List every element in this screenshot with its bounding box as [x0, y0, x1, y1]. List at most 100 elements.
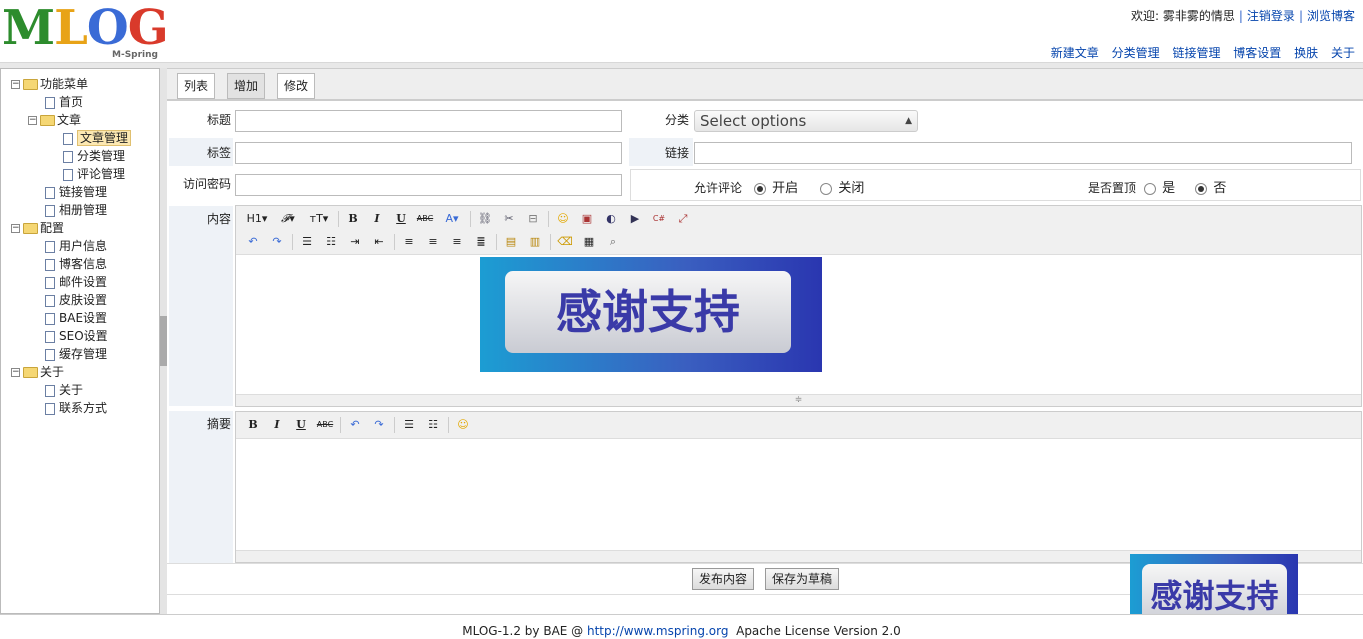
tree-item-comment-mgmt[interactable]: 评论管理: [63, 165, 125, 183]
unlink-icon[interactable]: ✂: [500, 210, 518, 228]
nav-about[interactable]: 关于: [1331, 46, 1355, 60]
emoticon-icon[interactable]: ☺: [454, 416, 472, 434]
tags-input[interactable]: [235, 142, 622, 164]
preview-icon[interactable]: ⌕: [604, 233, 622, 251]
tree-node-config[interactable]: − 配置: [11, 219, 64, 237]
undo-icon[interactable]: ↶: [346, 416, 364, 434]
summary-editor: B I U ABC ↶ ↷ ☰ ☷ ☺: [235, 411, 1362, 563]
align-center-icon[interactable]: ≡: [424, 233, 442, 251]
tree-item-article-mgmt[interactable]: 文章管理: [63, 129, 132, 147]
fullscreen-icon[interactable]: ⤢: [674, 210, 692, 228]
bullet-list-icon[interactable]: ☰: [400, 416, 418, 434]
heading-icon[interactable]: H1▾: [244, 210, 270, 228]
link-icon[interactable]: ⛓: [476, 210, 494, 228]
bullet-list-icon[interactable]: ☰: [298, 233, 316, 251]
tree-item-seo[interactable]: SEO设置: [45, 327, 108, 345]
pagebreak-icon[interactable]: ⊟: [524, 210, 542, 228]
tree-item-link-mgmt[interactable]: 链接管理: [45, 183, 107, 201]
tab-list[interactable]: 列表: [177, 73, 216, 99]
tree-item-about[interactable]: 关于: [45, 381, 83, 399]
save-draft-button[interactable]: 保存为草稿: [765, 568, 840, 590]
tree-item-blog-info[interactable]: 博客信息: [45, 255, 107, 273]
strikethrough-icon[interactable]: ABC: [416, 210, 434, 228]
banner-text: 感谢支持: [505, 271, 791, 353]
comment-on-radio[interactable]: [754, 182, 767, 195]
strikethrough-icon[interactable]: ABC: [316, 416, 334, 434]
collapse-icon[interactable]: −: [11, 368, 20, 377]
italic-icon[interactable]: I: [268, 416, 286, 434]
numbered-list-icon[interactable]: ☷: [322, 233, 340, 251]
redo-icon[interactable]: ↷: [370, 416, 388, 434]
tree-item-cache[interactable]: 缓存管理: [45, 345, 107, 363]
link-input[interactable]: [694, 142, 1352, 164]
select-all-icon[interactable]: ▦: [580, 233, 598, 251]
pin-yes-radio[interactable]: [1144, 182, 1157, 195]
tree-item-album-mgmt[interactable]: 相册管理: [45, 201, 107, 219]
tree-item-skin[interactable]: 皮肤设置: [45, 291, 107, 309]
nav-category[interactable]: 分类管理: [1112, 46, 1160, 60]
underline-icon[interactable]: U: [392, 210, 410, 228]
italic-icon[interactable]: I: [368, 210, 386, 228]
bold-icon[interactable]: B: [244, 416, 262, 434]
bold-icon[interactable]: B: [344, 210, 362, 228]
nav-skin[interactable]: 换肤: [1294, 46, 1318, 60]
tree-node-articles[interactable]: − 文章: [28, 111, 81, 129]
resize-bar[interactable]: ≑: [236, 394, 1361, 406]
indent-icon[interactable]: ⇥: [346, 233, 364, 251]
numbered-list-icon[interactable]: ☷: [424, 416, 442, 434]
image-icon[interactable]: ▣: [578, 210, 596, 228]
collapse-icon[interactable]: −: [11, 224, 20, 233]
font-family-icon[interactable]: 𝓕▾: [276, 210, 300, 228]
password-input[interactable]: [235, 174, 622, 196]
category-select[interactable]: Select options ▲: [694, 110, 918, 132]
splitter[interactable]: [160, 68, 167, 614]
content-editor: H1▾ 𝓕▾ ᴛT▾ B I U ABC A▾ ⛓ ✂ ⊟ ☺ ▣ ◐ ▶ C#…: [235, 205, 1362, 407]
page-icon: [45, 96, 55, 109]
tree-item-mail[interactable]: 邮件设置: [45, 273, 107, 291]
pin-no-radio[interactable]: [1195, 182, 1208, 195]
undo-icon[interactable]: ↶: [244, 233, 262, 251]
justify-icon[interactable]: ≣: [472, 233, 490, 251]
logo-text: MLOG: [2, 0, 169, 56]
comment-off-radio[interactable]: [820, 182, 833, 195]
publish-button[interactable]: 发布内容: [692, 568, 755, 590]
align-left-icon[interactable]: ≡: [400, 233, 418, 251]
paste-word-icon[interactable]: ▥: [526, 233, 544, 251]
main-panel: 列表 增加 修改 标题 分类 Select options ▲ 标签 链接 访问密…: [167, 68, 1363, 614]
video-icon[interactable]: ▶: [626, 210, 644, 228]
nav-links[interactable]: 链接管理: [1172, 46, 1220, 60]
tree-item-bae[interactable]: BAE设置: [45, 309, 107, 327]
sidebar-tree: − 功能菜单 首页 − 文章 文章管理 分类管理 评论管理 链接管理 相册管理 − 配…: [0, 68, 160, 614]
redo-icon[interactable]: ↷: [268, 233, 286, 251]
clear-format-icon[interactable]: ⌫: [556, 233, 574, 251]
emoticon-icon[interactable]: ☺: [554, 210, 572, 228]
tree-item-user-info[interactable]: 用户信息: [45, 237, 107, 255]
footer-link[interactable]: http://www.mspring.org: [587, 624, 728, 638]
underline-icon[interactable]: U: [292, 416, 310, 434]
paste-icon[interactable]: ▤: [502, 233, 520, 251]
outdent-icon[interactable]: ⇤: [370, 233, 388, 251]
flash-icon[interactable]: ◐: [602, 210, 620, 228]
tab-add[interactable]: 增加: [227, 73, 266, 99]
browse-blog-link[interactable]: 浏览博客: [1307, 9, 1355, 23]
tree-item-contact[interactable]: 联系方式: [45, 399, 107, 417]
align-right-icon[interactable]: ≡: [448, 233, 466, 251]
nav-new-article[interactable]: 新建文章: [1051, 46, 1099, 60]
summary-label-cell: [169, 411, 233, 563]
logout-link[interactable]: 注销登录: [1247, 9, 1295, 23]
code-icon[interactable]: C#: [650, 210, 668, 228]
nav-blog-settings[interactable]: 博客设置: [1233, 46, 1281, 60]
top-nav: 新建文章 分类管理 链接管理 博客设置 换肤 关于: [1042, 44, 1355, 61]
welcome-text: 欢迎: 雾非雾的情思: [1131, 9, 1235, 23]
tree-item-category-mgmt[interactable]: 分类管理: [63, 147, 125, 165]
font-size-icon[interactable]: ᴛT▾: [306, 210, 332, 228]
collapse-icon[interactable]: −: [28, 116, 37, 125]
tree-item-home[interactable]: 首页: [45, 93, 83, 111]
font-color-icon[interactable]: A▾: [440, 210, 464, 228]
tree-node-menu[interactable]: − 功能菜单: [11, 75, 88, 93]
splitter-handle[interactable]: [160, 316, 167, 366]
tab-edit[interactable]: 修改: [277, 73, 316, 99]
collapse-icon[interactable]: −: [11, 80, 20, 89]
title-input[interactable]: [235, 110, 622, 132]
tree-node-about[interactable]: − 关于: [11, 363, 64, 381]
